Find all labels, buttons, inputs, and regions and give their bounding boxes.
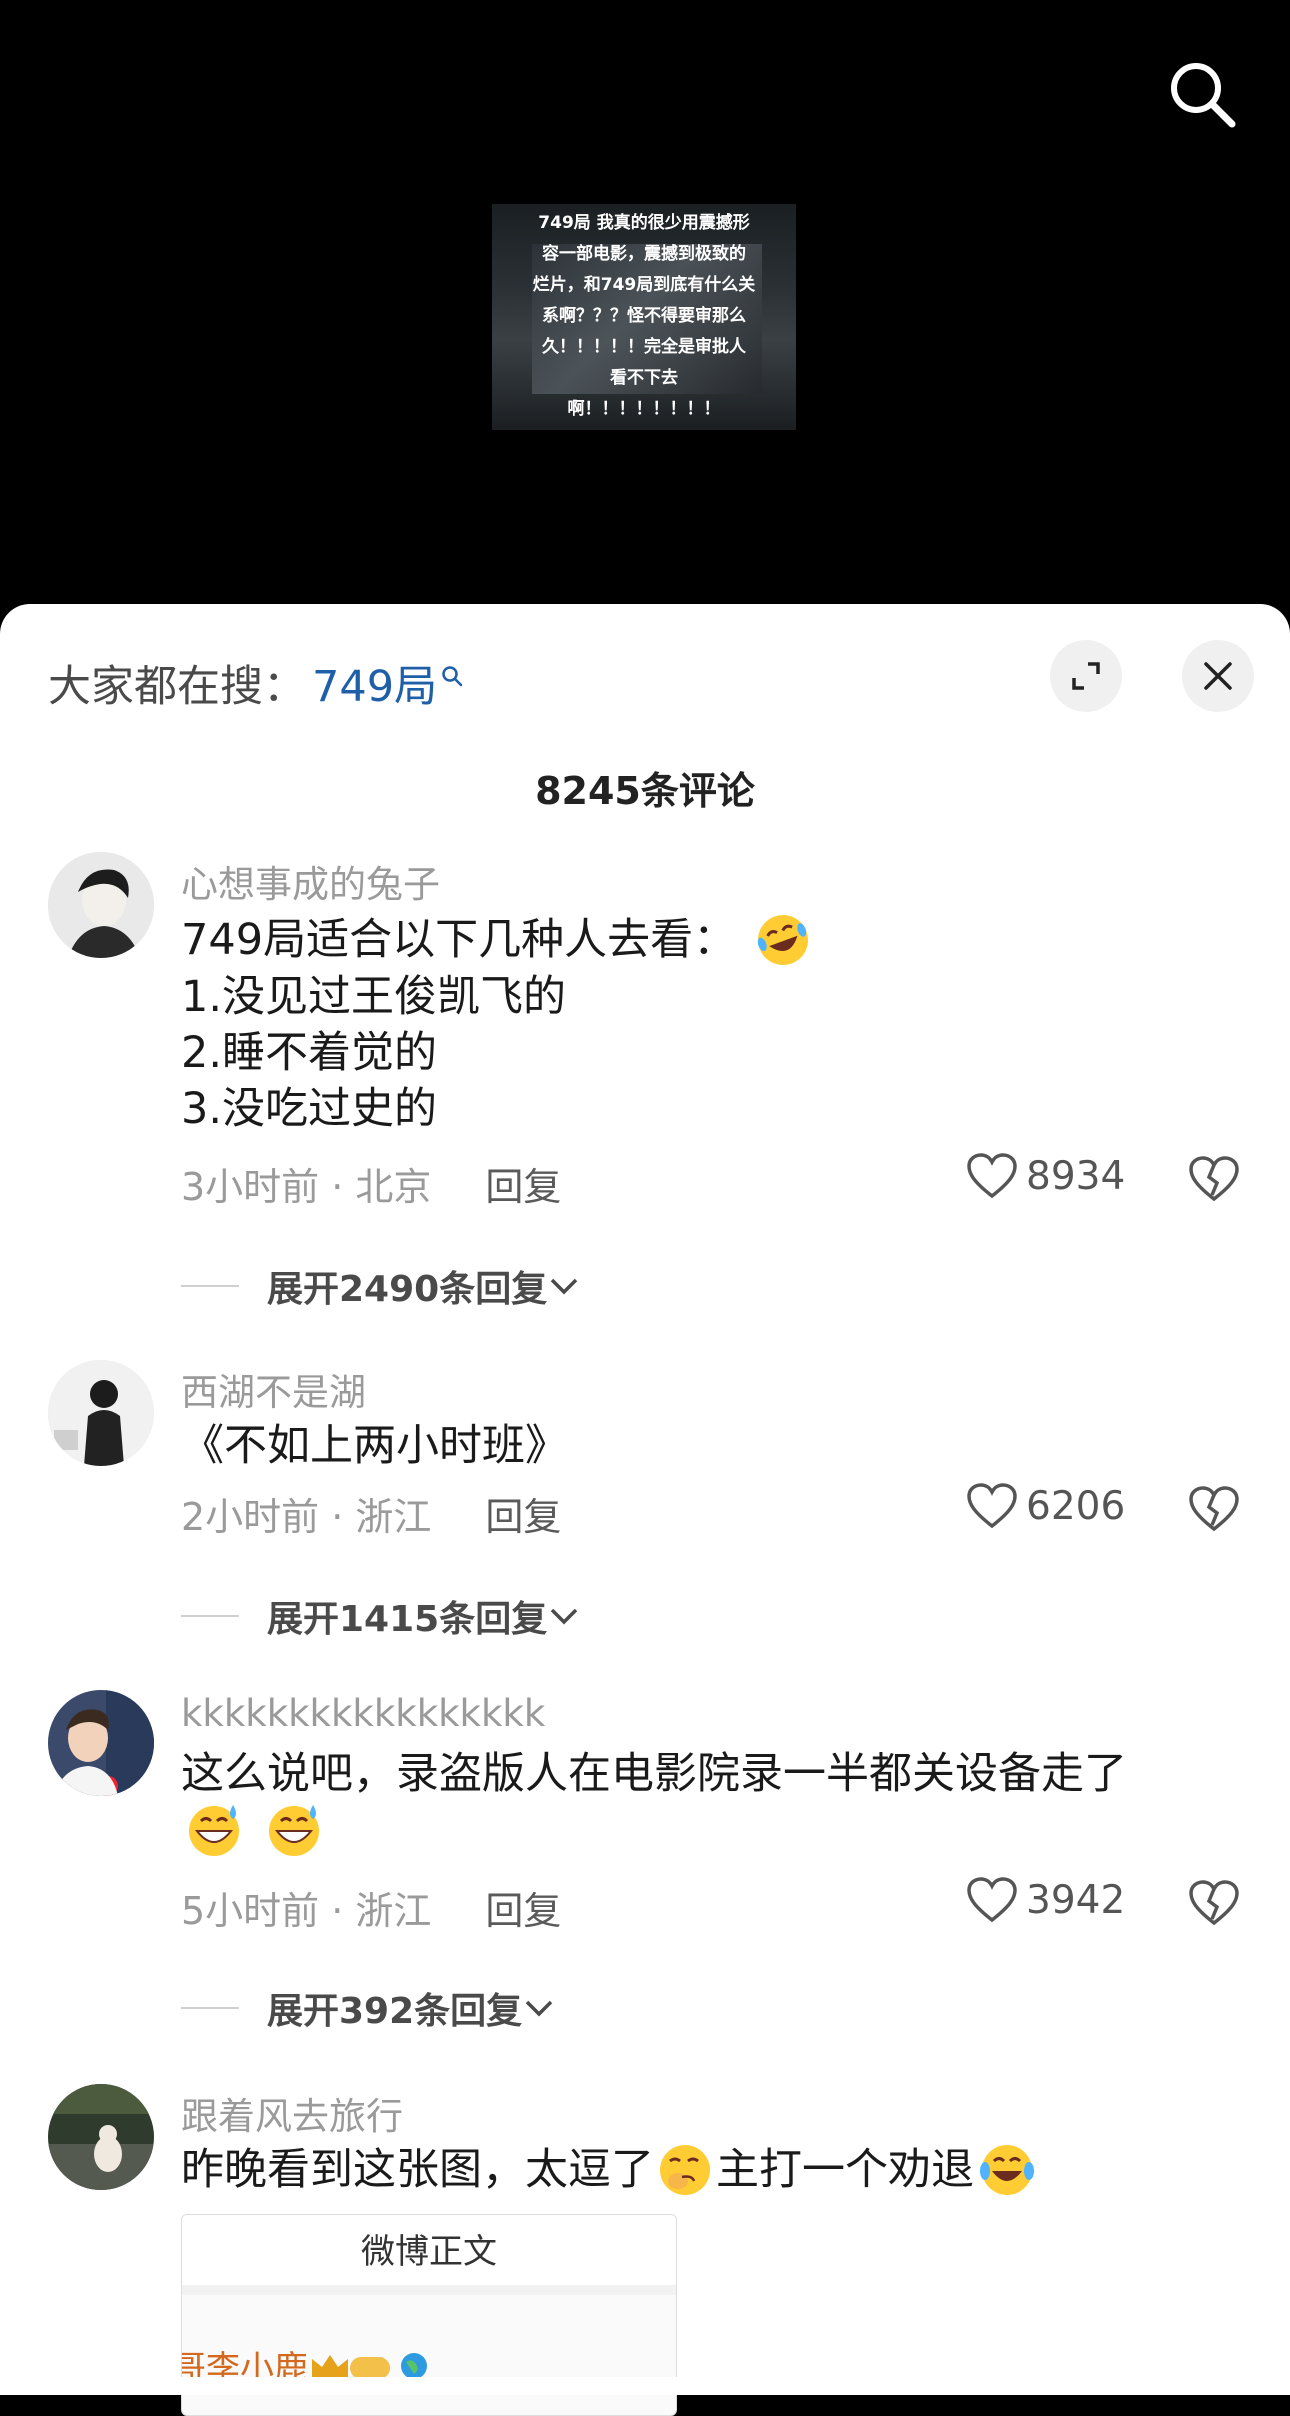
search-icon[interactable]: [1166, 58, 1238, 130]
comment-text: 昨晚看到这张图，太逗了: [181, 2145, 654, 2195]
timestamp-location: 3小时前 · 北京: [181, 1165, 432, 1209]
comment-body: 这么说吧，录盗版人在电影院录一半都关设备走了: [181, 1746, 1241, 1859]
comment-meta: 5小时前 · 浙江 回复: [181, 1880, 561, 1935]
comment-count: 8245条评论: [535, 769, 755, 813]
like-button[interactable]: 8934: [966, 1152, 1125, 1200]
comment-meta: 3小时前 · 北京 回复: [181, 1156, 561, 1211]
username[interactable]: kkkkkkkkkkkkkkkkk: [181, 1692, 545, 1735]
home-indicator-area: [0, 2377, 1290, 2395]
comment-body: 昨晚看到这张图，太逗了 主打一个劝退: [181, 2142, 1241, 2199]
small-search-icon: [442, 666, 463, 687]
hot-search-prefix: 大家都在搜：: [48, 662, 306, 712]
expand-replies-label: 展开1415条回复: [267, 1599, 548, 1640]
rofl-emoji-icon: [757, 914, 808, 965]
embed-title: 微博正文: [182, 2215, 676, 2295]
comment-text: 主打一个劝退: [716, 2145, 974, 2195]
chevron-down-icon: [525, 2000, 553, 2017]
dislike-button[interactable]: [1188, 1485, 1240, 1537]
video-caption: 749局 我真的很少用震撼形 容一部电影，震撼到极致的 烂片，和749局到底有什…: [532, 213, 756, 419]
comment-meta: 2小时前 · 浙江 回复: [181, 1486, 561, 1541]
hot-search[interactable]: 大家都在搜： 749局: [48, 652, 463, 714]
username[interactable]: 心想事成的兔子: [181, 854, 440, 908]
expand-replies-label: 展开392条回复: [267, 1991, 523, 2032]
reply-button[interactable]: 回复: [485, 1486, 561, 1541]
broken-heart-icon: [1189, 1486, 1239, 1532]
shushing-emoji-icon: [660, 2144, 710, 2195]
heart-icon: [967, 1877, 1017, 1923]
grin-sweat-emoji-icon: [268, 1804, 319, 1856]
like-button[interactable]: 6206: [966, 1482, 1125, 1530]
divider-line: [181, 1615, 239, 1617]
dislike-button[interactable]: [1188, 1155, 1240, 1207]
expand-replies-button[interactable]: 展开392条回复: [181, 1982, 556, 2034]
video-thumbnail[interactable]: 749局 我真的很少用震撼形 容一部电影，震撼到极致的 烂片，和749局到底有什…: [492, 204, 796, 430]
username[interactable]: 西湖不是湖: [181, 1362, 366, 1416]
dislike-button[interactable]: [1188, 1879, 1240, 1931]
comment-line: 3.没吃过史的: [181, 1083, 438, 1134]
avatar[interactable]: [48, 852, 154, 958]
comment-body: 749局适合以下几种人去看： 1.没见过王俊凯飞的 2.睡不着觉的 3.没吃过史…: [181, 912, 1241, 1137]
username[interactable]: 跟着风去旅行: [181, 2086, 403, 2140]
comment-body: 《不如上两小时班》: [181, 1418, 1241, 1474]
avatar[interactable]: [48, 1690, 154, 1796]
heart-icon: [967, 1153, 1017, 1199]
timestamp-location: 2小时前 · 浙江: [181, 1495, 432, 1539]
reply-button[interactable]: 回复: [485, 1156, 561, 1211]
divider-line: [181, 1285, 239, 1287]
divider-line: [181, 2007, 239, 2009]
timestamp-location: 5小时前 · 浙江: [181, 1889, 432, 1933]
close-icon: [1204, 662, 1232, 690]
reply-button[interactable]: 回复: [485, 1880, 561, 1935]
like-button[interactable]: 3942: [966, 1876, 1125, 1924]
hot-search-keyword[interactable]: 749局: [312, 652, 437, 714]
close-button[interactable]: [1182, 640, 1254, 712]
comment-line: 《不如上两小时班》: [181, 1421, 568, 1471]
like-count: 8934: [1026, 1153, 1126, 1199]
broken-heart-icon: [1189, 1880, 1239, 1926]
grin-sweat-emoji-icon: [189, 1804, 239, 1856]
expand-icon: [1072, 662, 1100, 690]
expand-replies-button[interactable]: 展开2490条回复: [181, 1260, 581, 1312]
comment-line: 749局适合以下几种人去看：: [181, 915, 737, 965]
expand-button[interactable]: [1050, 640, 1122, 712]
like-count: 6206: [1026, 1483, 1126, 1529]
tears-of-joy-emoji-icon: [980, 2144, 1034, 2195]
broken-heart-icon: [1189, 1156, 1239, 1202]
video-player[interactable]: 749局 我真的很少用震撼形 容一部电影，震撼到极致的 烂片，和749局到底有什…: [0, 0, 1290, 620]
avatar[interactable]: [48, 1360, 154, 1466]
comment-line: 这么说吧，录盗版人在电影院录一半都关设备走了: [181, 1749, 1127, 1799]
comment-line: 1.没见过王俊凯飞的: [181, 971, 567, 1022]
like-count: 3942: [1026, 1877, 1126, 1923]
expand-replies-button[interactable]: 展开1415条回复: [181, 1590, 581, 1642]
chevron-down-icon: [550, 1278, 578, 1295]
chevron-down-icon: [550, 1608, 578, 1625]
comment-line: 2.睡不着觉的: [181, 1027, 438, 1078]
expand-replies-label: 展开2490条回复: [267, 1269, 548, 1310]
avatar[interactable]: [48, 2084, 154, 2190]
heart-icon: [967, 1483, 1017, 1529]
